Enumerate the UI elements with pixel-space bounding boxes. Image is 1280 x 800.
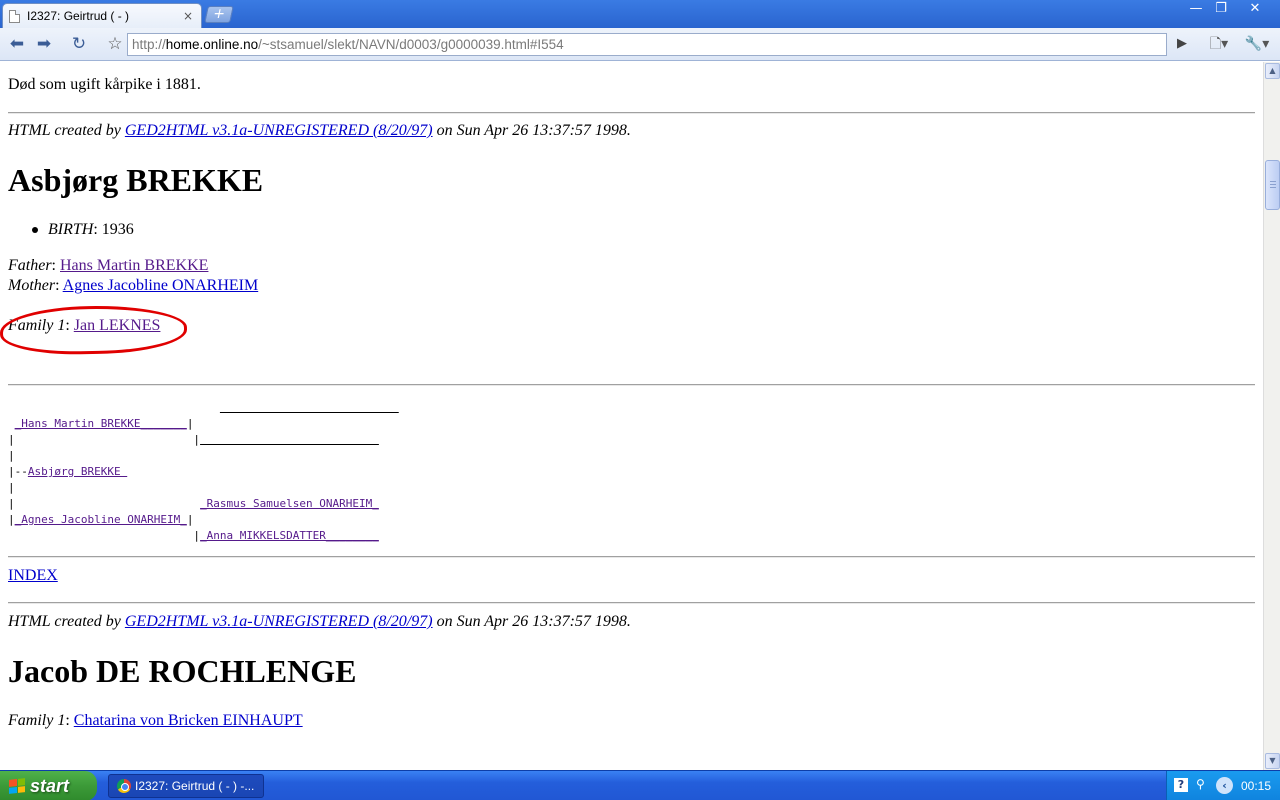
page-viewport: Død som ugift kårpike i 1881. HTML creat… <box>0 62 1263 770</box>
grip-line <box>1270 187 1276 188</box>
reload-icon[interactable]: ↻ <box>67 33 91 55</box>
go-play-icon[interactable]: ▶ <box>1170 33 1194 55</box>
url-path: /~stsamuel/slekt/NAVN/d0003/g0000039.htm… <box>258 37 564 52</box>
mother-label: Mother <box>8 277 56 294</box>
person-name-heading: Asbjørg BREKKE <box>8 162 264 198</box>
tree-maternal-grandfather-link[interactable]: _Rasmus Samuelsen ONARHEIM_ <box>200 497 379 510</box>
bookmark-star-icon[interactable]: ☆ <box>103 33 127 55</box>
tree-row: | <box>8 449 15 462</box>
window-minimize-button[interactable]: — <box>1184 0 1208 20</box>
tab-title: I2327: Geirtrud ( - ) <box>27 9 130 23</box>
red-annotation-circle <box>0 304 188 356</box>
mother-link[interactable]: Agnes Jacobline ONARHEIM <box>63 277 259 294</box>
person-name-heading-2: Jacob DE ROCHLENGE <box>8 653 357 689</box>
window-close-button[interactable]: ✕ <box>1234 0 1276 20</box>
birth-label: BIRTH <box>48 221 94 238</box>
divider <box>8 602 1255 604</box>
death-note: Død som ugift kårpike i 1881. <box>8 76 201 93</box>
chrome-icon <box>117 779 131 793</box>
page-icon <box>9 9 20 23</box>
grip-line <box>1270 181 1276 182</box>
tree-father-link[interactable]: _Hans Martin BREKKE_______ <box>15 417 187 430</box>
new-tab-button[interactable]: + <box>204 6 234 23</box>
family-label: Family 1 <box>8 712 66 729</box>
scroll-down-arrow-icon[interactable]: ▼ <box>1265 753 1280 769</box>
start-label: start <box>30 776 70 796</box>
tree-row: _Hans Martin BREKKE_______| <box>14 417 194 430</box>
windows-logo-icon <box>9 778 25 794</box>
address-bar[interactable]: http://home.online.no/~stsamuel/slekt/NA… <box>127 33 1167 56</box>
tree-row: | _Rasmus Samuelsen ONARHEIM_ <box>8 497 379 510</box>
created-by-line-2: HTML created by GED2HTML v3.1a-UNREGISTE… <box>8 613 631 631</box>
wrench-menu-icon[interactable]: 🔧▾ <box>1242 33 1272 55</box>
taskbar-item-label: I2327: Geirtrud ( - ) -... <box>135 779 255 793</box>
back-arrow-icon[interactable]: ⬅ <box>5 33 29 55</box>
grip-line <box>1270 184 1276 185</box>
help-icon[interactable]: ? <box>1174 778 1188 792</box>
tree-row <box>8 400 399 416</box>
family-line-2: Family 1: Chatarina von Bricken EINHAUPT <box>8 712 303 729</box>
window-titlebar: I2327: Geirtrud ( - ) × + — ❐ ✕ <box>0 0 1280 28</box>
page-menu-icon[interactable]: 🗋▾ <box>1205 33 1233 55</box>
index-line: INDEX <box>8 567 58 585</box>
birth-item: BIRTH: 1936 <box>48 221 134 239</box>
url-host: home.online.no <box>165 37 259 52</box>
created-by-prefix: HTML created by <box>8 613 125 630</box>
divider <box>8 112 1255 114</box>
scrollbar-thumb[interactable] <box>1265 160 1280 210</box>
tree-row: | | <box>8 433 201 446</box>
window-maximize-button[interactable]: ❐ <box>1209 0 1233 20</box>
vertical-scrollbar[interactable]: ▲ ▼ <box>1263 62 1280 770</box>
pedigree-tree: _Hans Martin BREKKE_______| | | | |--Asb… <box>8 400 399 544</box>
father-label: Father <box>8 257 52 274</box>
spouse-link-2[interactable]: Chatarina von Bricken EINHAUPT <box>74 712 303 729</box>
taskbar: start I2327: Geirtrud ( - ) -... ? ⚲ ‹ 0… <box>0 770 1280 800</box>
mother-line: Mother: Agnes Jacobline ONARHEIM <box>8 277 259 294</box>
tray-expand-chevron-icon[interactable]: ‹ <box>1216 777 1233 794</box>
network-icon[interactable]: ⚲ <box>1196 777 1208 793</box>
tree-maternal-grandmother-link[interactable]: _Anna MIKKELSDATTER________ <box>200 529 379 542</box>
father-line: Father: Hans Martin BREKKE <box>8 257 209 274</box>
url-prefix: http:// <box>132 37 166 52</box>
browser-toolbar: ⬅ ➡ ↻ ☆ http://home.online.no/~stsamuel/… <box>0 28 1280 61</box>
tab-close-icon[interactable]: × <box>181 9 195 23</box>
taskbar-item-browser[interactable]: I2327: Geirtrud ( - ) -... <box>108 774 264 798</box>
tree-self-link[interactable]: Asbjørg BREKKE <box>28 465 127 478</box>
ged2html-link[interactable]: GED2HTML v3.1a-UNREGISTERED (8/20/97) <box>125 122 433 139</box>
list-bullet <box>32 227 38 233</box>
created-by-line: HTML created by GED2HTML v3.1a-UNREGISTE… <box>8 122 631 140</box>
browser-tab[interactable]: I2327: Geirtrud ( - ) × <box>2 3 202 28</box>
created-by-suffix: on Sun Apr 26 13:37:57 1998. <box>432 122 631 139</box>
divider <box>8 384 1255 386</box>
tree-row: |_Agnes Jacobline ONARHEIM_| <box>8 513 194 526</box>
tree-row: |--Asbjørg BREKKE <box>8 465 128 478</box>
scroll-up-arrow-icon[interactable]: ▲ <box>1265 63 1280 79</box>
tree-mother-link[interactable]: _Agnes Jacobline ONARHEIM_ <box>15 513 187 526</box>
system-tray: ? ⚲ ‹ 00:15 <box>1166 771 1280 800</box>
created-by-suffix: on Sun Apr 26 13:37:57 1998. <box>432 613 631 630</box>
index-link[interactable]: INDEX <box>8 567 58 584</box>
forward-arrow-icon[interactable]: ➡ <box>32 33 56 55</box>
start-button[interactable]: start <box>0 771 97 800</box>
tree-row: | <box>8 481 15 494</box>
divider <box>8 556 1255 558</box>
birth-value: : 1936 <box>93 221 134 238</box>
clock: 00:15 <box>1241 779 1272 793</box>
father-link[interactable]: Hans Martin BREKKE <box>60 257 208 274</box>
tree-row: |_Anna MIKKELSDATTER________ <box>8 529 379 542</box>
created-by-prefix: HTML created by <box>8 122 125 139</box>
ged2html-link-2[interactable]: GED2HTML v3.1a-UNREGISTERED (8/20/97) <box>125 613 433 630</box>
